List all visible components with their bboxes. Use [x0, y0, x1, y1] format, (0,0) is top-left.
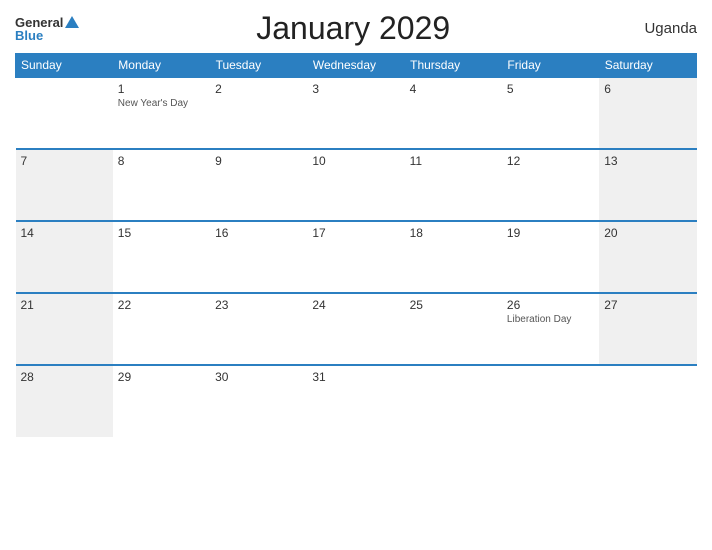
day-number: 31: [312, 370, 399, 384]
day-number: 14: [21, 226, 108, 240]
weekday-header: Monday: [113, 54, 210, 78]
calendar-cell: 25: [405, 293, 502, 365]
calendar-cell: 6: [599, 77, 696, 149]
day-number: 18: [410, 226, 497, 240]
day-number: 27: [604, 298, 691, 312]
day-number: 21: [21, 298, 108, 312]
holiday-label: Liberation Day: [507, 314, 594, 325]
holiday-label: New Year's Day: [118, 98, 205, 109]
day-number: 3: [312, 82, 399, 96]
logo: General Blue: [15, 16, 79, 42]
calendar-cell: 11: [405, 149, 502, 221]
day-number: 15: [118, 226, 205, 240]
calendar-cell: 23: [210, 293, 307, 365]
calendar-cell: 20: [599, 221, 696, 293]
day-number: 7: [21, 154, 108, 168]
calendar-cell: 26 Liberation Day: [502, 293, 599, 365]
day-number: 23: [215, 298, 302, 312]
weekday-header: Wednesday: [307, 54, 404, 78]
calendar-cell: 3: [307, 77, 404, 149]
weekday-header: Saturday: [599, 54, 696, 78]
logo-general-text: General: [15, 16, 63, 29]
day-number: 16: [215, 226, 302, 240]
day-number: 5: [507, 82, 594, 96]
weekday-header: Friday: [502, 54, 599, 78]
day-number: 1: [118, 82, 205, 96]
day-number: 26: [507, 298, 594, 312]
calendar-cell: 12: [502, 149, 599, 221]
calendar-week-row: 14 15 16 17 18 19 20: [16, 221, 697, 293]
weekday-header: Thursday: [405, 54, 502, 78]
calendar-cell: 22: [113, 293, 210, 365]
day-number: 17: [312, 226, 399, 240]
calendar-cell: 28: [16, 365, 113, 437]
weekday-header: Tuesday: [210, 54, 307, 78]
day-number: 8: [118, 154, 205, 168]
day-number: 20: [604, 226, 691, 240]
calendar-cell: 7: [16, 149, 113, 221]
day-number: 10: [312, 154, 399, 168]
calendar-cell: [599, 365, 696, 437]
calendar-week-row: 1 New Year's Day 23456: [16, 77, 697, 149]
calendar-cell: 5: [502, 77, 599, 149]
calendar-week-row: 21 22 23 24 25 26 Liberation Day 27: [16, 293, 697, 365]
country-label: Uganda: [627, 20, 697, 37]
calendar-cell: 8: [113, 149, 210, 221]
day-number: 6: [604, 82, 691, 96]
day-number: 4: [410, 82, 497, 96]
day-number: 30: [215, 370, 302, 384]
calendar-cell: 19: [502, 221, 599, 293]
day-number: 25: [410, 298, 497, 312]
calendar-cell: 15: [113, 221, 210, 293]
calendar-page: General Blue January 2029 Uganda SundayM…: [0, 0, 712, 550]
calendar-cell: 14: [16, 221, 113, 293]
calendar-table: SundayMondayTuesdayWednesdayThursdayFrid…: [15, 53, 697, 437]
calendar-cell: 9: [210, 149, 307, 221]
weekday-header: Sunday: [16, 54, 113, 78]
day-number: 13: [604, 154, 691, 168]
calendar-cell: [405, 365, 502, 437]
calendar-week-row: 789 10 11 12 13: [16, 149, 697, 221]
calendar-cell: 2: [210, 77, 307, 149]
header: General Blue January 2029 Uganda: [15, 10, 697, 47]
calendar-cell: 1 New Year's Day: [113, 77, 210, 149]
calendar-cell: [16, 77, 113, 149]
day-number: 12: [507, 154, 594, 168]
day-number: 11: [410, 154, 497, 168]
month-title: January 2029: [79, 10, 627, 47]
day-number: 24: [312, 298, 399, 312]
day-number: 19: [507, 226, 594, 240]
calendar-cell: 10: [307, 149, 404, 221]
calendar-header: SundayMondayTuesdayWednesdayThursdayFrid…: [16, 54, 697, 78]
day-number: 29: [118, 370, 205, 384]
logo-triangle-icon: [65, 16, 79, 28]
calendar-cell: 16: [210, 221, 307, 293]
calendar-cell: 18: [405, 221, 502, 293]
calendar-cell: 21: [16, 293, 113, 365]
calendar-cell: 27: [599, 293, 696, 365]
day-number: 9: [215, 154, 302, 168]
calendar-body: 1New Year's Day2345678910111213141516171…: [16, 77, 697, 437]
weekday-row: SundayMondayTuesdayWednesdayThursdayFrid…: [16, 54, 697, 78]
day-number: 2: [215, 82, 302, 96]
calendar-cell: 17: [307, 221, 404, 293]
day-number: 22: [118, 298, 205, 312]
calendar-cell: 24: [307, 293, 404, 365]
calendar-cell: [502, 365, 599, 437]
calendar-cell: 29: [113, 365, 210, 437]
calendar-cell: 13: [599, 149, 696, 221]
calendar-cell: 31: [307, 365, 404, 437]
calendar-cell: 30: [210, 365, 307, 437]
day-number: 28: [21, 370, 108, 384]
logo-blue-text: Blue: [15, 29, 43, 42]
calendar-cell: 4: [405, 77, 502, 149]
calendar-week-row: 28 29 30 31: [16, 365, 697, 437]
